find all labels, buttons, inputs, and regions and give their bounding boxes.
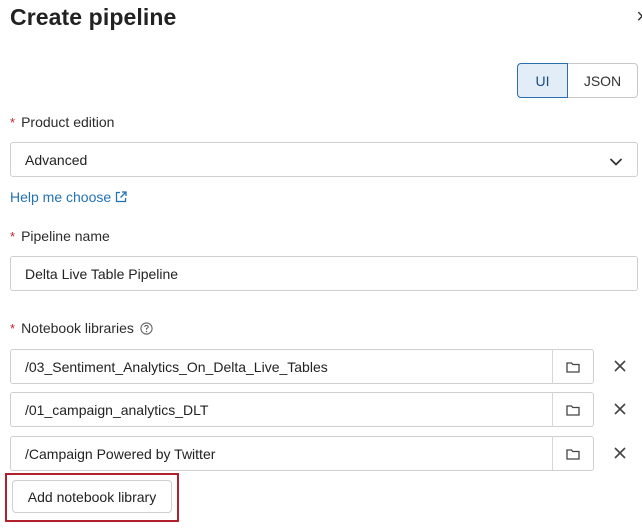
remove-icon[interactable] <box>612 445 628 461</box>
folder-icon <box>566 404 580 416</box>
browse-folder-button[interactable] <box>552 349 594 384</box>
notebook-libraries-label: * Notebook libraries <box>10 320 153 336</box>
product-edition-select[interactable]: Advanced <box>10 142 638 177</box>
folder-icon <box>566 361 580 373</box>
external-link-icon <box>115 191 127 203</box>
required-marker: * <box>10 320 16 336</box>
notebook-path-value: /03_Sentiment_Analytics_On_Delta_Live_Ta… <box>25 358 328 375</box>
remove-icon[interactable] <box>612 401 628 417</box>
notebook-path-value: /Campaign Powered by Twitter <box>25 445 216 462</box>
view-toggle: UI JSON <box>517 63 638 98</box>
product-edition-value: Advanced <box>25 151 88 168</box>
chevron-down-icon <box>609 154 623 170</box>
browse-folder-button[interactable] <box>552 392 594 427</box>
pipeline-name-value: Delta Live Table Pipeline <box>25 265 179 282</box>
notebook-path-value: /01_campaign_analytics_DLT <box>25 401 209 418</box>
notebook-libraries-label-text: Notebook libraries <box>21 320 134 336</box>
help-circle-icon[interactable] <box>140 321 153 335</box>
required-marker: * <box>10 228 16 244</box>
notebook-path-input[interactable]: /03_Sentiment_Analytics_On_Delta_Live_Ta… <box>10 349 553 384</box>
pipeline-name-input[interactable]: Delta Live Table Pipeline <box>10 256 638 291</box>
required-marker: * <box>10 114 16 130</box>
folder-icon <box>566 448 580 460</box>
browse-folder-button[interactable] <box>552 436 594 471</box>
product-edition-label: * Product edition <box>10 114 114 130</box>
notebook-path-input[interactable]: /Campaign Powered by Twitter <box>10 436 553 471</box>
remove-icon[interactable] <box>612 358 628 374</box>
add-notebook-library-button[interactable]: Add notebook library <box>12 480 172 513</box>
notebook-path-input[interactable]: /01_campaign_analytics_DLT <box>10 392 553 427</box>
help-me-choose-link[interactable]: Help me choose <box>10 189 127 205</box>
help-link-text: Help me choose <box>10 189 112 205</box>
dialog-title: Create pipeline <box>10 4 177 30</box>
product-edition-label-text: Product edition <box>21 114 115 130</box>
toggle-ui-button[interactable]: UI <box>517 63 568 98</box>
pipeline-name-label-text: Pipeline name <box>21 228 110 244</box>
toggle-json-button[interactable]: JSON <box>568 63 638 98</box>
pipeline-name-label: * Pipeline name <box>10 228 110 244</box>
close-icon[interactable]: × <box>636 6 642 29</box>
